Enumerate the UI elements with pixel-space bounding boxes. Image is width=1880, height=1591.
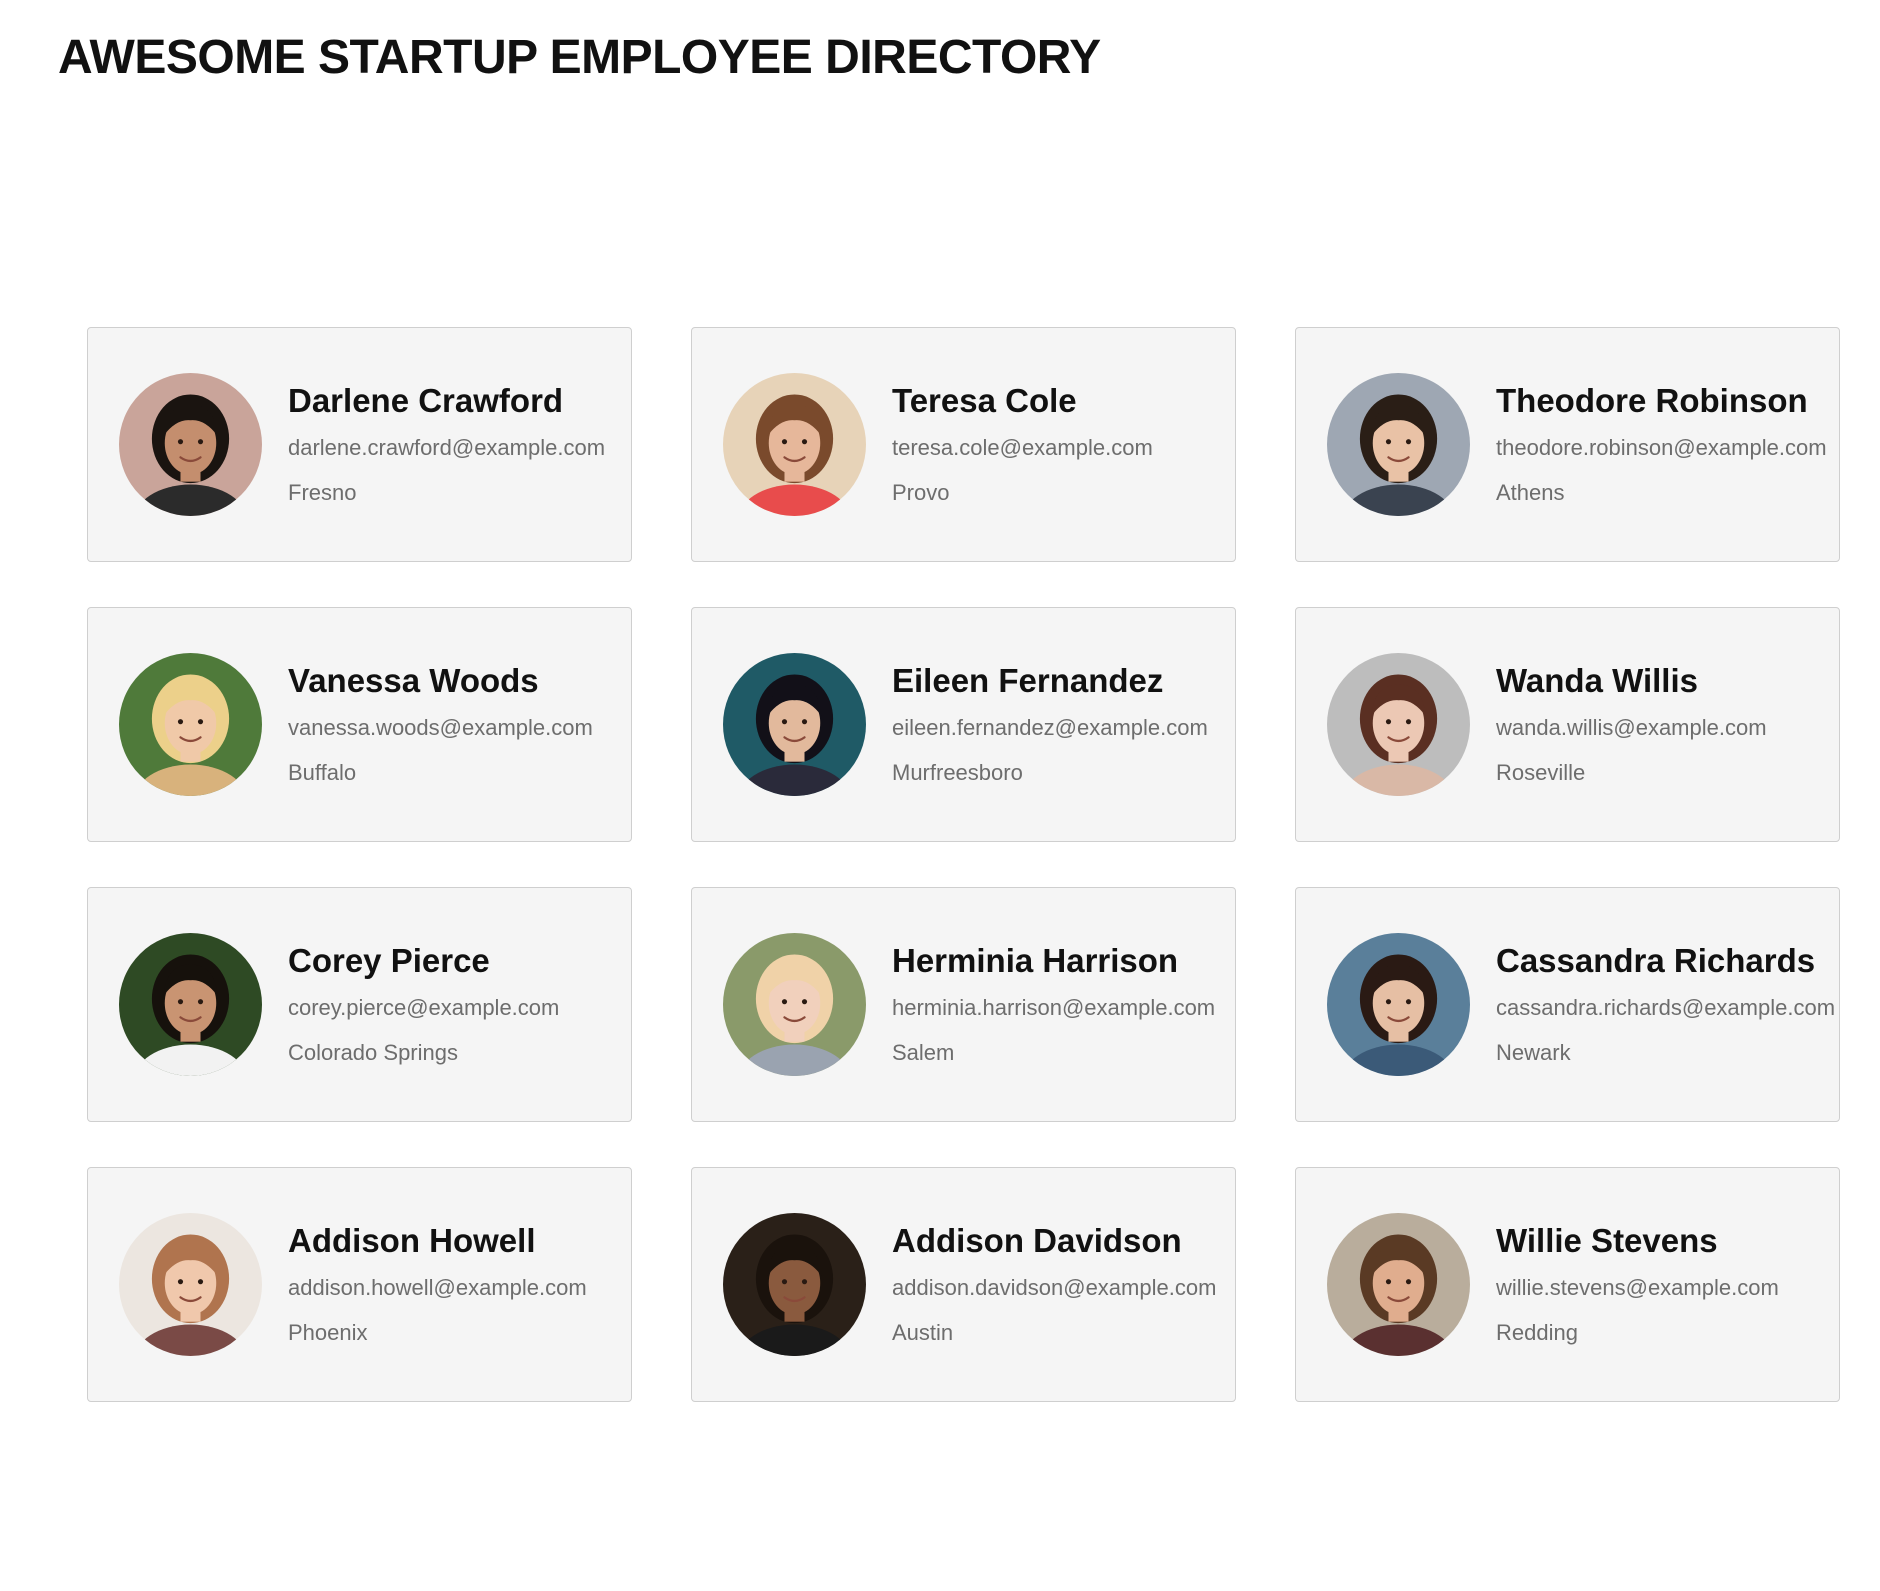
employee-city: Redding xyxy=(1496,1319,1578,1345)
employee-avatar xyxy=(723,1213,866,1356)
employee-avatar xyxy=(119,933,262,1076)
employee-card[interactable]: Theodore Robinson theodore.robinson@exam… xyxy=(1295,327,1840,562)
portrait-image xyxy=(723,933,866,1076)
employee-city: Athens xyxy=(1496,479,1565,505)
employee-card[interactable]: Corey Pierce corey.pierce@example.com Co… xyxy=(87,887,632,1122)
employee-avatar xyxy=(119,373,262,516)
employee-info: Eileen Fernandez eileen.fernandez@exampl… xyxy=(892,661,1208,786)
employee-email: darlene.crawford@example.com xyxy=(288,435,606,461)
employee-name: Willie Stevens xyxy=(1496,1221,1718,1259)
employee-email: corey.pierce@example.com xyxy=(288,995,560,1021)
portrait-image xyxy=(723,653,866,796)
employee-avatar xyxy=(723,653,866,796)
portrait-image xyxy=(1327,373,1470,516)
employee-info: Herminia Harrison herminia.harrison@exam… xyxy=(892,941,1216,1066)
employee-card[interactable]: Herminia Harrison herminia.harrison@exam… xyxy=(691,887,1236,1122)
employee-info: Theodore Robinson theodore.robinson@exam… xyxy=(1496,381,1827,506)
page-title: AWESOME STARTUP EMPLOYEE DIRECTORY xyxy=(58,31,1101,84)
employee-info: Teresa Cole teresa.cole@example.com Prov… xyxy=(892,381,1153,506)
portrait-image xyxy=(1327,1213,1470,1356)
employee-info: Addison Howell addison.howell@example.co… xyxy=(288,1221,587,1346)
employee-card[interactable]: Teresa Cole teresa.cole@example.com Prov… xyxy=(691,327,1236,562)
employee-city: Newark xyxy=(1496,1039,1571,1065)
employee-name: Addison Howell xyxy=(288,1221,536,1259)
employee-name: Eileen Fernandez xyxy=(892,661,1164,699)
employee-city: Roseville xyxy=(1496,759,1586,785)
employee-avatar xyxy=(1327,373,1470,516)
portrait-image xyxy=(119,1213,262,1356)
employee-info: Addison Davidson addison.davidson@exampl… xyxy=(892,1221,1217,1346)
portrait-image xyxy=(119,653,262,796)
employee-grid: Darlene Crawford darlene.crawford@exampl… xyxy=(87,327,1840,1402)
employee-avatar xyxy=(723,933,866,1076)
employee-card[interactable]: Eileen Fernandez eileen.fernandez@exampl… xyxy=(691,607,1236,842)
portrait-image xyxy=(1327,653,1470,796)
employee-email: vanessa.woods@example.com xyxy=(288,715,593,741)
employee-info: Wanda Willis wanda.willis@example.com Ro… xyxy=(1496,661,1767,786)
employee-city: Buffalo xyxy=(288,759,357,785)
employee-name: Vanessa Woods xyxy=(288,661,539,699)
employee-email: eileen.fernandez@example.com xyxy=(892,715,1208,741)
employee-card[interactable]: Cassandra Richards cassandra.richards@ex… xyxy=(1295,887,1840,1122)
employee-card[interactable]: Addison Davidson addison.davidson@exampl… xyxy=(691,1167,1236,1402)
employee-city: Colorado Springs xyxy=(288,1039,458,1065)
employee-card[interactable]: Willie Stevens willie.stevens@example.co… xyxy=(1295,1167,1840,1402)
employee-city: Murfreesboro xyxy=(892,759,1023,785)
employee-avatar xyxy=(1327,653,1470,796)
employee-name: Cassandra Richards xyxy=(1496,941,1816,979)
employee-name: Wanda Willis xyxy=(1496,661,1698,699)
employee-email: addison.davidson@example.com xyxy=(892,1275,1217,1301)
employee-email: wanda.willis@example.com xyxy=(1496,715,1767,741)
employee-name: Theodore Robinson xyxy=(1496,381,1808,419)
employee-card[interactable]: Addison Howell addison.howell@example.co… xyxy=(87,1167,632,1402)
employee-avatar xyxy=(1327,933,1470,1076)
employee-email: cassandra.richards@example.com xyxy=(1496,995,1836,1021)
employee-avatar xyxy=(119,1213,262,1356)
employee-info: Cassandra Richards cassandra.richards@ex… xyxy=(1496,941,1836,1066)
employee-info: Corey Pierce corey.pierce@example.com Co… xyxy=(288,941,560,1066)
employee-city: Fresno xyxy=(288,479,357,505)
employee-name: Corey Pierce xyxy=(288,941,490,979)
employee-avatar xyxy=(723,373,866,516)
portrait-image xyxy=(119,933,262,1076)
portrait-image xyxy=(1327,933,1470,1076)
employee-email: teresa.cole@example.com xyxy=(892,435,1153,461)
employee-avatar xyxy=(1327,1213,1470,1356)
portrait-image xyxy=(119,373,262,516)
employee-info: Darlene Crawford darlene.crawford@exampl… xyxy=(288,381,606,506)
employee-card[interactable]: Wanda Willis wanda.willis@example.com Ro… xyxy=(1295,607,1840,842)
employee-card[interactable]: Vanessa Woods vanessa.woods@example.com … xyxy=(87,607,632,842)
employee-name: Addison Davidson xyxy=(892,1221,1182,1259)
employee-name: Herminia Harrison xyxy=(892,941,1179,979)
employee-name: Darlene Crawford xyxy=(288,381,564,419)
employee-city: Austin xyxy=(892,1319,954,1345)
portrait-image xyxy=(723,373,866,516)
employee-email: willie.stevens@example.com xyxy=(1496,1275,1779,1301)
employee-city: Phoenix xyxy=(288,1319,368,1345)
employee-email: theodore.robinson@example.com xyxy=(1496,435,1827,461)
employee-email: addison.howell@example.com xyxy=(288,1275,587,1301)
employee-card[interactable]: Darlene Crawford darlene.crawford@exampl… xyxy=(87,327,632,562)
employee-info: Willie Stevens willie.stevens@example.co… xyxy=(1496,1221,1779,1346)
employee-avatar xyxy=(119,653,262,796)
employee-info: Vanessa Woods vanessa.woods@example.com … xyxy=(288,661,593,786)
employee-city: Salem xyxy=(892,1039,955,1065)
portrait-image xyxy=(723,1213,866,1356)
employee-name: Teresa Cole xyxy=(892,381,1077,419)
employee-email: herminia.harrison@example.com xyxy=(892,995,1216,1021)
employee-city: Provo xyxy=(892,479,950,505)
